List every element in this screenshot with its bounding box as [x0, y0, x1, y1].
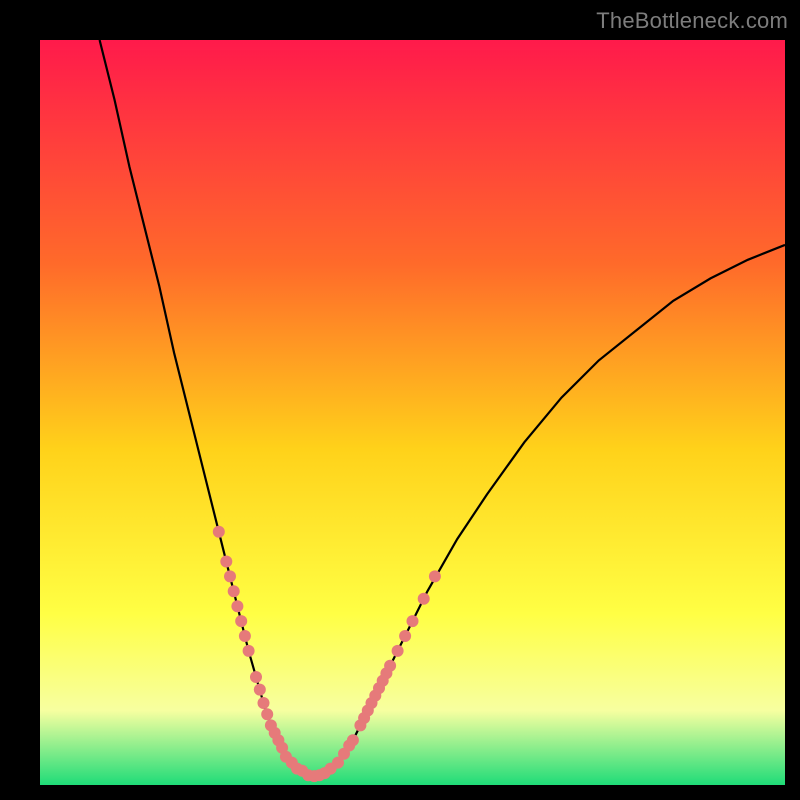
data-marker — [213, 526, 225, 538]
chart-canvas: TheBottleneck.com — [0, 0, 800, 800]
data-marker — [261, 708, 273, 720]
data-marker — [407, 615, 419, 627]
data-marker — [243, 645, 255, 657]
plot-area — [40, 40, 785, 785]
data-marker — [220, 556, 232, 568]
data-marker — [429, 570, 441, 582]
data-marker — [347, 734, 359, 746]
data-marker — [258, 697, 270, 709]
data-marker — [392, 645, 404, 657]
data-marker — [384, 660, 396, 672]
gradient-background — [40, 40, 785, 785]
watermark-label: TheBottleneck.com — [596, 8, 788, 34]
data-marker — [235, 615, 247, 627]
data-marker — [250, 671, 262, 683]
data-marker — [239, 630, 251, 642]
data-marker — [399, 630, 411, 642]
data-marker — [254, 684, 266, 696]
chart-svg — [40, 40, 785, 785]
data-marker — [231, 600, 243, 612]
data-marker — [228, 585, 240, 597]
data-marker — [224, 570, 236, 582]
data-marker — [418, 593, 430, 605]
